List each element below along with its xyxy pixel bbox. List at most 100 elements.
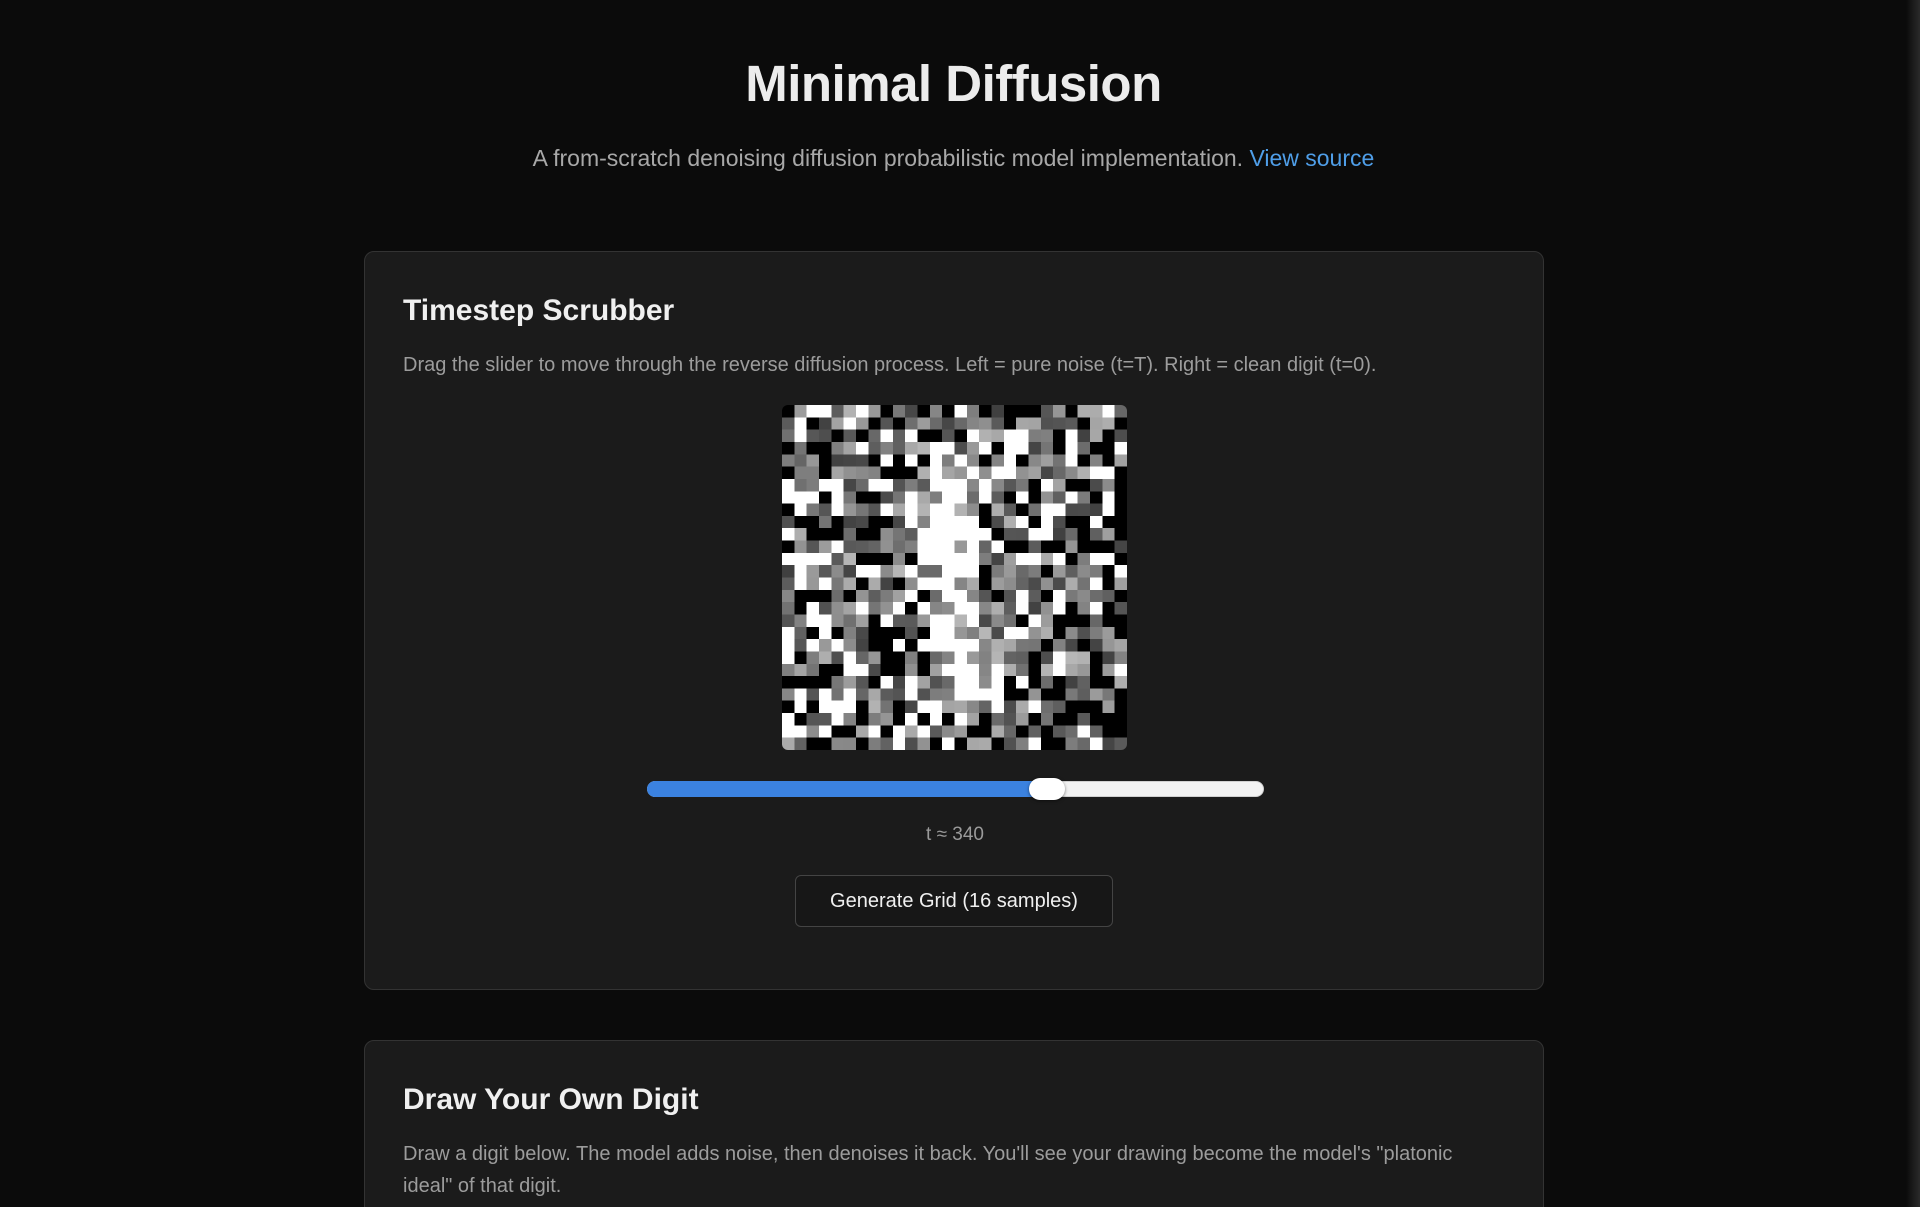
noise-pixel (917, 454, 930, 467)
noise-pixel (1065, 688, 1078, 701)
noise-pixel (1077, 528, 1091, 541)
noise-pixel (855, 503, 869, 516)
noise-pixel (979, 651, 992, 664)
noise-pixel (954, 540, 967, 553)
noise-pixel (905, 713, 918, 726)
noise-pixel (991, 737, 1004, 750)
noise-pixel (991, 725, 1004, 738)
noise-pixel (782, 405, 795, 418)
noise-pixel (954, 713, 967, 726)
noise-pixel (979, 528, 992, 541)
noise-pixel (917, 441, 930, 455)
noise-pixel (1065, 614, 1078, 627)
noise-pixel (1016, 688, 1029, 701)
noise-pixel (1016, 589, 1029, 603)
noise-pixel (917, 429, 930, 442)
noise-pixel (794, 713, 807, 726)
noise-pixel (868, 626, 881, 640)
noise-pixel (818, 515, 832, 529)
noise-pixel (843, 503, 856, 516)
noise-pixel (954, 466, 967, 479)
noise-pixel (1090, 491, 1103, 504)
noise-pixel (782, 491, 795, 504)
noise-pixel (806, 565, 819, 578)
slider-thumb[interactable] (1029, 778, 1065, 800)
noise-pixel (1053, 663, 1066, 677)
noise-pixel (991, 577, 1004, 590)
noise-pixel (880, 429, 893, 442)
noise-pixel (966, 503, 980, 516)
noise-pixel (880, 491, 893, 504)
noise-pixel (782, 639, 795, 652)
noise-pixel (1114, 466, 1127, 479)
noise-pixel (1077, 454, 1091, 467)
noise-pixel (843, 491, 856, 504)
noise-pixel (892, 478, 906, 492)
noise-pixel (1102, 737, 1115, 750)
noise-pixel (831, 651, 844, 664)
noise-pixel (1114, 405, 1127, 418)
noise-pixel (966, 663, 980, 677)
noise-pixel (1028, 639, 1041, 652)
noise-pixel (966, 614, 980, 627)
noise-pixel (966, 417, 980, 430)
noise-pixel (831, 429, 844, 442)
noise-pixel (880, 602, 893, 615)
noise-pixel (1077, 577, 1091, 590)
noise-pixel (1028, 577, 1041, 590)
noise-pixel (942, 540, 955, 553)
noise-pixel (905, 614, 918, 627)
noise-pixel (892, 713, 906, 726)
noise-pixel (942, 429, 955, 442)
noise-pixel (979, 700, 992, 714)
noise-pixel (1040, 639, 1054, 652)
noise-pixel (979, 688, 992, 701)
timestep-slider[interactable] (647, 778, 1264, 800)
noise-pixel (892, 737, 906, 750)
noise-pixel (917, 540, 930, 553)
noise-pixel (942, 454, 955, 467)
noise-pixel (942, 491, 955, 504)
generate-grid-button[interactable]: Generate Grid (16 samples) (795, 875, 1113, 927)
noise-pixel (818, 540, 832, 553)
noise-pixel (880, 478, 893, 492)
noise-pixel (782, 565, 795, 578)
noise-pixel (929, 540, 943, 553)
noise-pixel (1077, 602, 1091, 615)
noise-pixel (806, 700, 819, 714)
noise-pixel (1077, 540, 1091, 553)
noise-pixel (806, 515, 819, 529)
noise-pixel (818, 651, 832, 664)
noise-pixel (1102, 503, 1115, 516)
noise-pixel (892, 725, 906, 738)
noise-pixel (905, 725, 918, 738)
noise-pixel (1090, 663, 1103, 677)
noise-pixel (942, 602, 955, 615)
noise-pixel (855, 466, 869, 479)
noise-pixel (1003, 429, 1017, 442)
noise-pixel (991, 405, 1004, 418)
noise-pixel (831, 528, 844, 541)
noise-pixel (843, 602, 856, 615)
noise-pixel (1028, 454, 1041, 467)
noise-pixel (818, 528, 832, 541)
noise-pixel (1040, 478, 1054, 492)
noise-pixel (991, 441, 1004, 455)
noise-pixel (831, 602, 844, 615)
noise-pixel (831, 565, 844, 578)
noise-pixel (929, 577, 943, 590)
noise-pixel (892, 528, 906, 541)
noise-pixel (991, 491, 1004, 504)
noise-pixel (991, 429, 1004, 442)
noise-pixel (954, 725, 967, 738)
noise-pixel (1028, 602, 1041, 615)
noise-pixel (1040, 663, 1054, 677)
subtitle-text: A from-scratch denoising diffusion proba… (532, 145, 1244, 171)
noise-pixel (942, 441, 955, 455)
noise-pixel (991, 552, 1004, 566)
noise-pixel (855, 626, 869, 640)
noise-pixel (1028, 540, 1041, 553)
view-source-link[interactable]: View source (1249, 145, 1374, 171)
noise-pixel (991, 528, 1004, 541)
noise-pixel (1040, 540, 1054, 553)
